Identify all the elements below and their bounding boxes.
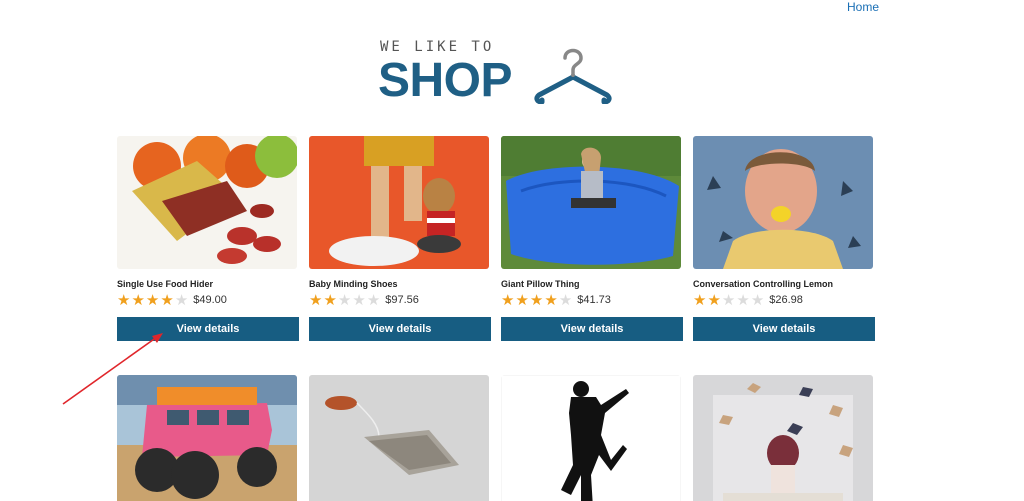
star-icon: ★ — [323, 291, 337, 309]
product-image-tea-bag[interactable] — [309, 375, 489, 501]
star-icon: ★ — [736, 291, 750, 309]
star-icon: ★ — [721, 291, 736, 309]
product-title[interactable]: Giant Pillow Thing — [501, 279, 580, 289]
product-image-pillow[interactable] — [501, 136, 681, 269]
home-link[interactable]: Home — [847, 0, 879, 14]
star-icon: ★ — [145, 291, 160, 309]
star-icon: ★ — [544, 291, 558, 309]
view-details-button[interactable]: View details — [693, 317, 875, 341]
star-icon: ★ — [693, 291, 707, 309]
hanger-icon — [534, 48, 612, 104]
product-price: $49.00 — [193, 294, 227, 306]
product-rating: ★ ★ ★ ★ ★ $26.98 — [693, 292, 803, 308]
star-icon: ★ — [352, 291, 366, 309]
product-price: $26.98 — [769, 294, 803, 306]
star-icon: ★ — [117, 291, 131, 309]
product-image-food-hider[interactable] — [117, 136, 297, 269]
product-price: $97.56 — [385, 294, 419, 306]
product-rating: ★ ★ ★ ★ ★ $49.00 — [117, 292, 227, 308]
star-icon: ★ — [131, 291, 145, 309]
hanger-dot — [571, 73, 575, 77]
product-image-silhouette[interactable] — [501, 375, 681, 501]
star-icon: ★ — [309, 291, 323, 309]
star-icon: ★ — [558, 291, 573, 309]
site-logo[interactable]: WE LIKE TO SHOP — [378, 38, 618, 108]
star-icon: ★ — [501, 291, 515, 309]
view-details-button[interactable]: View details — [501, 317, 683, 341]
star-icon: ★ — [174, 291, 189, 309]
star-icon: ★ — [366, 291, 381, 309]
logo-word: SHOP — [378, 54, 513, 107]
star-icon: ★ — [515, 291, 529, 309]
product-title[interactable]: Baby Minding Shoes — [309, 279, 398, 289]
product-image-baby-shoes[interactable] — [309, 136, 489, 269]
product-rating: ★ ★ ★ ★ ★ $41.73 — [501, 292, 611, 308]
star-icon: ★ — [750, 291, 765, 309]
star-icon: ★ — [337, 291, 352, 309]
star-icon: ★ — [529, 291, 544, 309]
product-image-flying-books[interactable] — [693, 375, 873, 501]
product-price: $41.73 — [577, 294, 611, 306]
product-title[interactable]: Single Use Food Hider — [117, 279, 213, 289]
product-image-monster-van[interactable] — [117, 375, 297, 501]
view-details-button[interactable]: View details — [309, 317, 491, 341]
product-title[interactable]: Conversation Controlling Lemon — [693, 279, 833, 289]
product-rating: ★ ★ ★ ★ ★ $97.56 — [309, 292, 419, 308]
product-image-lemon[interactable] — [693, 136, 873, 269]
star-icon: ★ — [707, 291, 721, 309]
view-details-button[interactable]: View details — [117, 317, 299, 341]
star-icon: ★ — [160, 291, 174, 309]
